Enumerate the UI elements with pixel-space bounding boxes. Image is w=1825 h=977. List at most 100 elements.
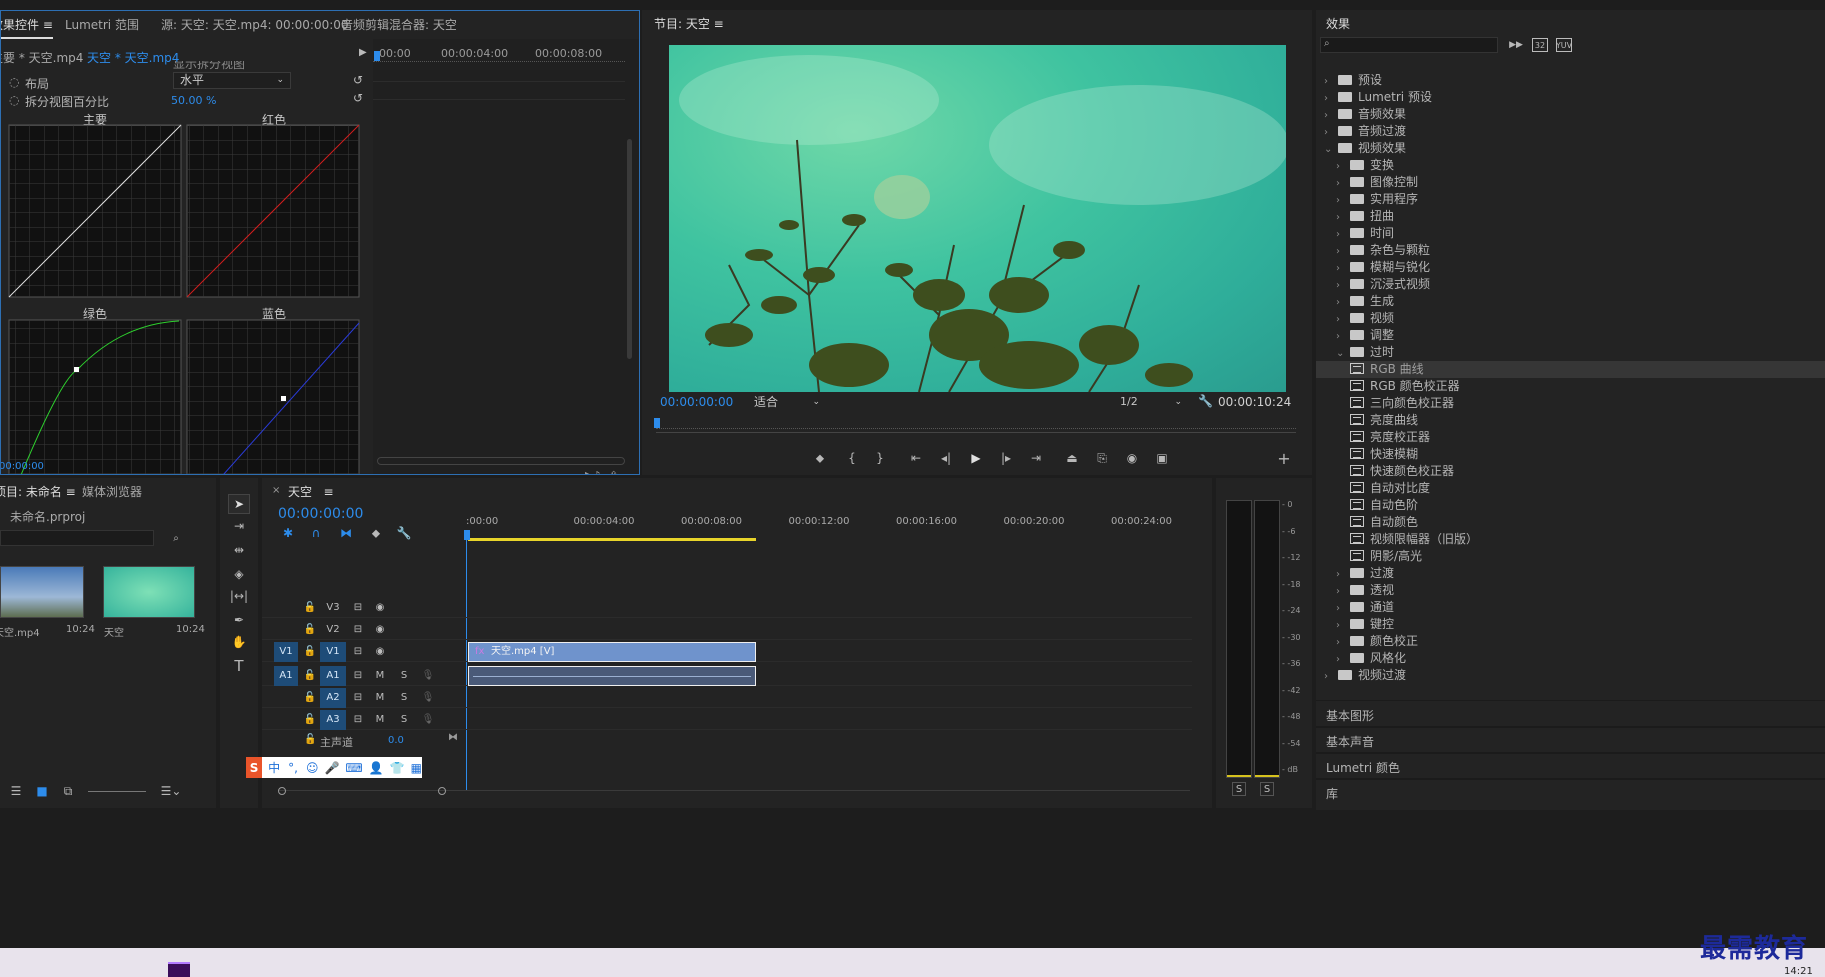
lock-master-icon[interactable]: 🔓 (304, 734, 316, 745)
section-essential-graphics[interactable]: 基本图形 (1316, 704, 1825, 728)
source-patch-V1[interactable]: V1 (274, 642, 298, 662)
effects-folder-2[interactable]: › 音频效果 (1316, 106, 1825, 123)
effects-folder-15[interactable]: › 调整 (1316, 327, 1825, 344)
effects-folder-9[interactable]: › 时间 (1316, 225, 1825, 242)
effect-item-25[interactable]: 自动色阶 (1316, 497, 1825, 514)
timeline-close-icon[interactable]: × (272, 485, 280, 496)
effect-item-21[interactable]: 亮度校正器 (1316, 429, 1825, 446)
tab-audio-clip-mixer[interactable]: 音频剪辑混合器: 天空 (341, 11, 457, 39)
sync-lock-icon[interactable]: ⊟ (350, 688, 366, 708)
effects-folder-16[interactable]: ⌄ 过时 (1316, 344, 1825, 361)
chevron-right-icon[interactable]: › (1336, 583, 1348, 600)
effects-folder-35[interactable]: › 视频过渡 (1316, 667, 1825, 684)
effects-folder-8[interactable]: › 扭曲 (1316, 208, 1825, 225)
ime-grid-icon[interactable]: ▦ (411, 761, 422, 775)
eye-icon[interactable]: ◉ (372, 598, 388, 618)
mute-button[interactable]: M (372, 688, 388, 708)
eye-icon[interactable]: ◉ (372, 620, 388, 640)
lock-icon[interactable]: 🔓 (302, 642, 318, 662)
audio-track-A2[interactable]: 🔓 A2 ⊟ M S 🎙 (262, 688, 1192, 708)
pen-tool-icon[interactable]: ✒ (228, 610, 250, 630)
lock-icon[interactable]: 🔓 (302, 666, 318, 686)
effects-folder-6[interactable]: › 图像控制 (1316, 174, 1825, 191)
mute-button[interactable]: M (372, 666, 388, 686)
lock-icon[interactable]: 🔓 (302, 688, 318, 708)
tab-source-monitor[interactable]: 源: 天空: 天空.mp4: 00:00:00:00 (161, 11, 349, 39)
effects-folder-13[interactable]: › 生成 (1316, 293, 1825, 310)
go-to-out-icon[interactable]: ⇥ (1028, 450, 1044, 466)
work-area-bar[interactable] (468, 538, 756, 541)
sync-lock-icon[interactable]: ⊟ (350, 620, 366, 640)
tab-timeline-sequence[interactable]: 天空 ≡ (288, 478, 334, 506)
nest-icon[interactable]: ✱ (280, 526, 296, 540)
solo-button[interactable]: S (396, 688, 412, 708)
program-title[interactable]: 节目: 天空 ≡ (654, 10, 724, 38)
wrench-icon[interactable]: 🔧 (1198, 394, 1213, 408)
add-marker-icon[interactable]: ⬥ (812, 450, 828, 466)
icon-view-icon[interactable]: ■ (34, 784, 50, 798)
chevron-right-icon[interactable]: › (1336, 566, 1348, 583)
sync-lock-icon[interactable]: ⊟ (350, 666, 366, 686)
find-icon[interactable]: ⌕ (168, 530, 184, 546)
effect-item-28[interactable]: 阴影/高光 (1316, 548, 1825, 565)
step-forward-icon[interactable]: |▸ (998, 450, 1014, 466)
camera-icon[interactable]: ◉ (1124, 450, 1140, 466)
timeline-vscroll[interactable] (1192, 548, 1200, 788)
tab-project[interactable]: 项目: 未命名 ≡ (0, 478, 76, 506)
snap-icon[interactable]: ∩ (308, 526, 324, 540)
tab-effect-controls[interactable]: 效果控件 ≡ (1, 11, 53, 39)
ime-emoji-icon[interactable]: ☺ (306, 761, 319, 775)
section-lumetri-color[interactable]: Lumetri 颜色 (1316, 756, 1825, 780)
chevron-right-icon[interactable]: › (1336, 226, 1348, 243)
effect-item-18[interactable]: RGB 颜色校正器 (1316, 378, 1825, 395)
effects-folder-32[interactable]: › 键控 (1316, 616, 1825, 633)
chevron-right-icon[interactable]: › (1324, 668, 1336, 685)
chevron-right-icon[interactable]: › (1336, 651, 1348, 668)
effect-item-17[interactable]: RGB 曲线 (1316, 361, 1825, 378)
chevron-right-icon[interactable]: › (1336, 617, 1348, 634)
sync-lock-icon[interactable]: ⊟ (350, 642, 366, 662)
section-libraries[interactable]: 库 (1316, 782, 1825, 806)
chevron-right-icon[interactable]: › (1336, 158, 1348, 175)
solo-right-button[interactable]: S (1260, 782, 1274, 796)
chevron-right-icon[interactable]: › (1324, 90, 1336, 107)
eye-icon[interactable]: ◉ (372, 642, 388, 662)
effects-folder-31[interactable]: › 通道 (1316, 599, 1825, 616)
timeline-timecode[interactable]: 00:00:00:00 (278, 506, 363, 522)
section-essential-sound[interactable]: 基本声音 (1316, 730, 1825, 754)
list-view-icon[interactable]: ☰ (8, 784, 24, 798)
ime-keyboard-icon[interactable]: ⌨ (345, 761, 362, 775)
track-target-A3[interactable]: A3 (320, 710, 346, 730)
effect-item-24[interactable]: 自动对比度 (1316, 480, 1825, 497)
effects-folder-12[interactable]: › 沉浸式视频 (1316, 276, 1825, 293)
hand-tool-icon[interactable]: ✋ (228, 632, 250, 652)
timeline-hscroll[interactable] (278, 787, 1190, 798)
effects-folder-30[interactable]: › 透视 (1316, 582, 1825, 599)
program-timecode[interactable]: 00:00:00:00 (660, 395, 733, 409)
ime-user-icon[interactable]: 👤 (369, 761, 384, 775)
effects-folder-3[interactable]: › 音频过渡 (1316, 123, 1825, 140)
lock-icon[interactable]: 🔓 (302, 620, 318, 640)
clip-thumb-0[interactable] (0, 566, 84, 618)
step-back-icon[interactable]: ◂| (938, 450, 954, 466)
lift-icon[interactable]: ⏏ (1064, 450, 1080, 466)
program-video-frame[interactable] (669, 45, 1286, 392)
solo-button[interactable]: S (396, 710, 412, 730)
mark-out-icon[interactable]: } (872, 450, 888, 466)
effect-item-23[interactable]: 快速颜色校正器 (1316, 463, 1825, 480)
effect-item-20[interactable]: 亮度曲线 (1316, 412, 1825, 429)
effect-item-19[interactable]: 三向颜色校正器 (1316, 395, 1825, 412)
chevron-right-icon[interactable]: › (1336, 328, 1348, 345)
effect-item-22[interactable]: 快速模糊 (1316, 446, 1825, 463)
mic-icon[interactable]: 🎙 (420, 688, 436, 708)
video-track-V2[interactable]: 🔓 V2 ⊟ ◉ (262, 620, 1192, 640)
slip-tool-icon[interactable]: |↔| (228, 586, 250, 606)
ec-timecode[interactable]: 00:00:00 (1, 461, 44, 472)
chevron-right-icon[interactable]: › (1336, 209, 1348, 226)
ec-playhead[interactable] (374, 51, 380, 61)
chevron-right-icon[interactable]: › (1324, 124, 1336, 141)
effect-item-26[interactable]: 自动颜色 (1316, 514, 1825, 531)
track-select-tool-icon[interactable]: ⇥ (228, 516, 250, 536)
chevron-right-icon[interactable]: › (1336, 294, 1348, 311)
master-track-value[interactable]: 0.0 (388, 735, 404, 746)
